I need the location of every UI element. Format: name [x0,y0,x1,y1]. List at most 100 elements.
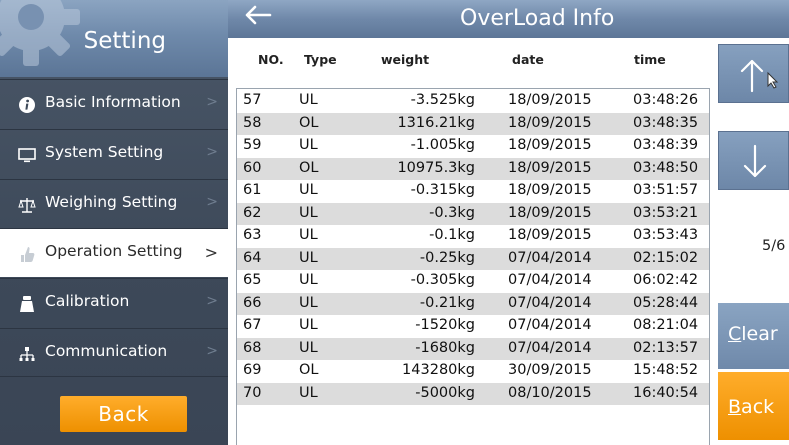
table-row[interactable]: 58 OL 1316.21kg 18/09/2015 03:48:35 [237,112,709,135]
sidebar-item-communication[interactable]: Communication > [0,328,228,377]
cell-weight: -0.305kg [410,272,475,288]
cell-type: OL [299,362,319,378]
cell-type: UL [299,182,318,198]
cell-time: 03:48:26 [633,92,699,108]
sidebar-item-weighing-setting[interactable]: Weighing Setting > [0,179,228,228]
cell-time: 06:02:42 [633,272,699,288]
cell-time: 05:28:44 [633,294,699,311]
cell-type: UL [299,272,318,288]
back-label: ack [741,396,775,418]
chevron-right-icon: > [206,94,218,110]
cell-type: OL [299,114,319,131]
cell-weight: -3.525kg [410,92,475,108]
down-arrow-icon [743,144,767,178]
chevron-right-icon: > [206,144,218,160]
cell-no: 70 [243,384,262,401]
cell-type: OL [299,159,319,176]
scale-icon [18,198,36,213]
sidebar-item-label: System Setting [45,143,164,161]
cell-date: 07/04/2014 [508,272,592,288]
column-header-no: NO. [258,52,284,67]
back-label-mnemonic: B [728,396,742,418]
overload-table[interactable]: 57 UL -3.525kg 18/09/2015 03:48:26 58 OL 1316.2… [236,88,710,445]
cell-no: 60 [243,159,262,176]
hand-icon [21,247,35,262]
page-up-button[interactable] [718,44,789,103]
sidebar-item-calibration[interactable]: Calibration > [0,278,228,327]
cell-date: 07/04/2014 [508,249,592,266]
cell-time: 08:21:04 [633,317,699,333]
cell-date: 07/04/2014 [508,339,592,356]
cell-time: 03:48:50 [633,159,699,176]
back-button-right[interactable]: Back [718,372,789,440]
table-row[interactable]: 57 UL -3.525kg 18/09/2015 03:48:26 [237,90,709,112]
cell-type: UL [299,384,318,401]
column-header-date: date [512,52,544,67]
sidebar-item-label: Communication [45,342,168,360]
sidebar-item-basic-information[interactable]: Basic Information > [0,79,228,128]
table-row[interactable]: 62 UL -0.3kg 18/09/2015 03:53:21 [237,202,709,225]
cell-type: UL [299,137,318,153]
column-header-time: time [634,52,666,67]
title-bar: OverLoad Info [228,0,789,38]
chevron-right-icon: > [206,194,218,210]
table-row[interactable]: 64 UL -0.25kg 07/04/2014 02:15:02 [237,247,709,270]
cell-time: 03:53:43 [633,227,699,243]
cell-date: 30/09/2015 [508,362,592,378]
cell-date: 18/09/2015 [508,114,592,131]
table-row[interactable]: 69 OL 143280kg 30/09/2015 15:48:52 [237,360,709,382]
left-arrow-icon[interactable] [243,4,273,26]
cell-no: 59 [243,137,262,153]
cell-weight: -1520kg [415,317,475,333]
network-icon [19,347,35,361]
chevron-right-icon: > [204,243,218,262]
sidebar-item-system-setting[interactable]: System Setting > [0,129,228,178]
table-row[interactable]: 65 UL -0.305kg 07/04/2014 06:02:42 [237,270,709,292]
cell-no: 57 [243,92,262,108]
cell-weight: -1.005kg [410,137,475,153]
back-button[interactable]: Back [60,396,187,432]
table-row[interactable]: 70 UL -5000kg 08/10/2015 16:40:54 [237,382,709,405]
cell-weight: 10975.3kg [397,159,475,176]
page-down-button[interactable] [718,131,789,190]
cell-no: 69 [243,362,262,378]
sidebar-item-label: Basic Information [45,93,181,111]
cell-time: 03:48:35 [633,114,699,131]
chevron-right-icon: > [206,343,218,359]
cell-type: UL [299,92,318,108]
cell-date: 18/09/2015 [508,137,592,153]
table-row[interactable]: 61 UL -0.315kg 18/09/2015 03:51:57 [237,180,709,202]
info-icon [19,97,35,113]
column-header-type: Type [304,52,337,67]
cell-time: 03:51:57 [633,182,699,198]
table-row[interactable]: 63 UL -0.1kg 18/09/2015 03:53:43 [237,225,709,247]
cell-no: 66 [243,294,262,311]
table-row[interactable]: 60 OL 10975.3kg 18/09/2015 03:48:50 [237,157,709,180]
cell-no: 62 [243,204,262,221]
cell-no: 63 [243,227,262,243]
cell-date: 18/09/2015 [508,204,592,221]
cell-no: 68 [243,339,262,356]
cell-weight: 143280kg [402,362,475,378]
cell-weight: -0.1kg [429,227,475,243]
table-row[interactable]: 67 UL -1520kg 07/04/2014 08:21:04 [237,315,709,337]
sidebar-item-label: Operation Setting [45,242,183,260]
cell-weight: -1680kg [415,339,475,356]
page-title: OverLoad Info [460,6,615,31]
cell-no: 58 [243,114,262,131]
cell-no: 64 [243,249,262,266]
cell-time: 16:40:54 [633,384,699,401]
sidebar-item-operation-setting[interactable]: Operation Setting > [0,228,228,277]
clear-button[interactable]: Clear [718,303,789,369]
cell-date: 08/10/2015 [508,384,592,401]
cell-weight: -0.3kg [429,204,475,221]
cell-type: UL [299,227,318,243]
sidebar-item-label: Weighing Setting [45,193,178,211]
table-row[interactable]: 66 UL -0.21kg 07/04/2014 05:28:44 [237,292,709,315]
cell-date: 18/09/2015 [508,227,592,243]
cell-time: 02:15:02 [633,249,699,266]
table-row[interactable]: 68 UL -1680kg 07/04/2014 02:13:57 [237,337,709,360]
table-header: NO. Type weight date time [0,52,789,72]
table-row[interactable]: 59 UL -1.005kg 18/09/2015 03:48:39 [237,135,709,157]
cell-type: UL [299,294,318,311]
